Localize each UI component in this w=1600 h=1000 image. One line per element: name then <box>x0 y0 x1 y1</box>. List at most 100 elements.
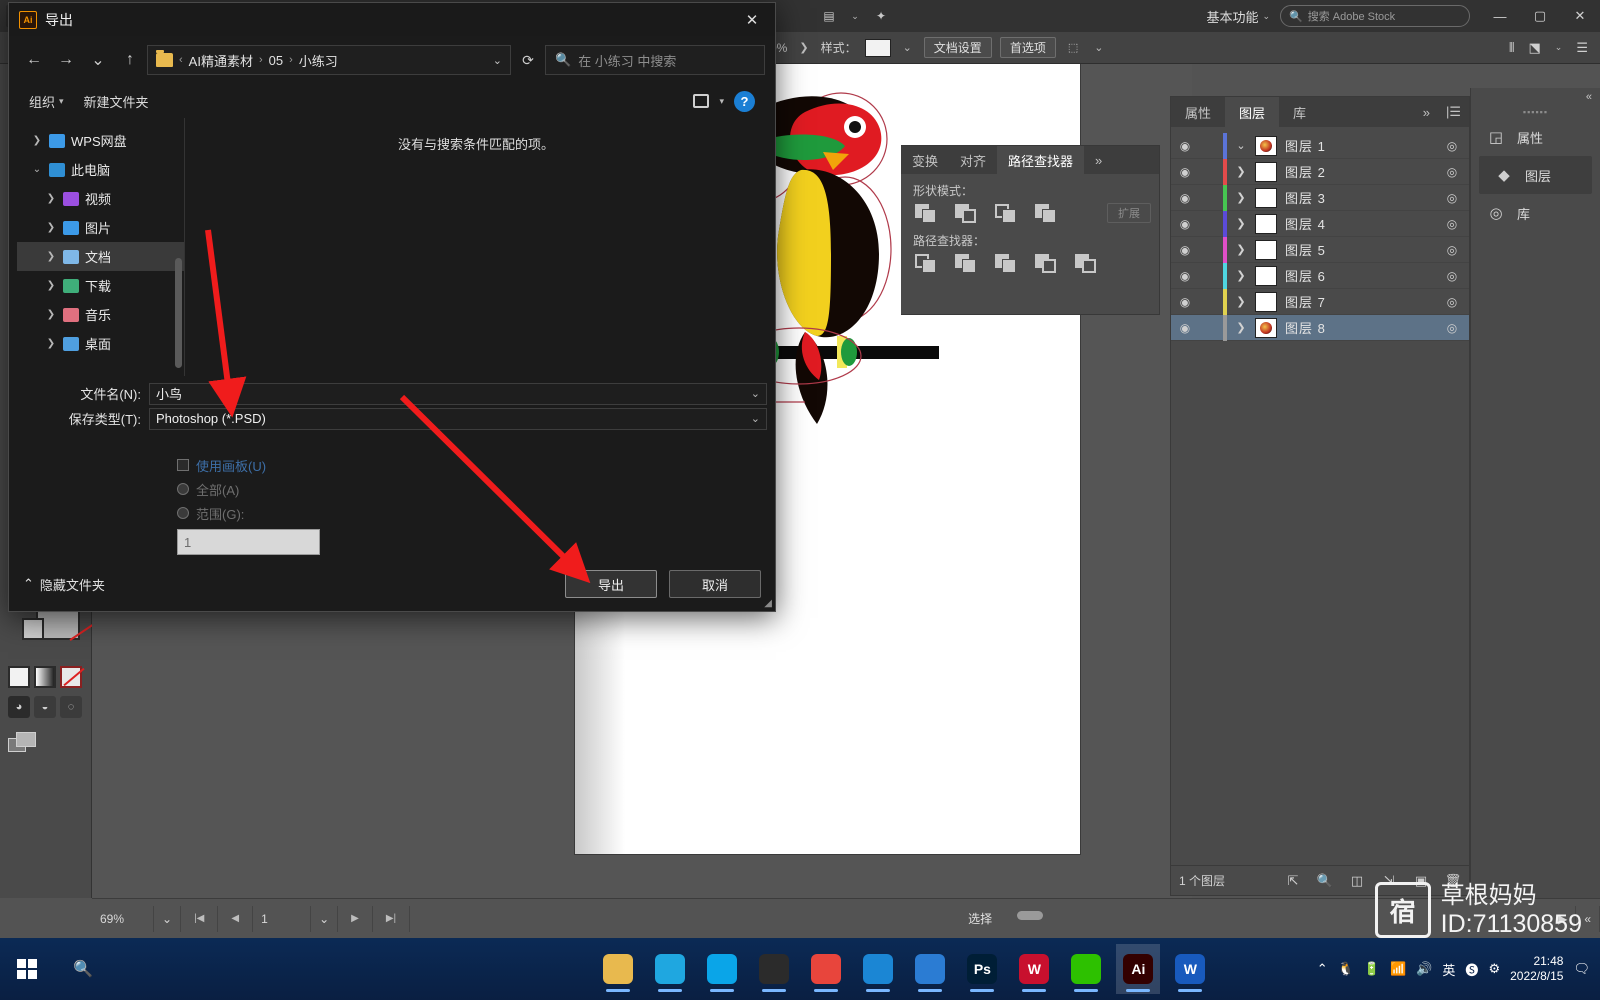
show-hidden-icon[interactable]: ⌃ <box>1317 961 1328 977</box>
volume-icon[interactable]: 🔊 <box>1416 961 1432 977</box>
eye-icon[interactable]: ◉ <box>1171 217 1199 231</box>
chevron-down-icon[interactable]: ⌄ <box>1227 139 1255 152</box>
tab-libraries[interactable]: 库 <box>1279 97 1320 127</box>
dock-item-layers[interactable]: ◆ 图层 <box>1479 156 1592 194</box>
artboard-number-field[interactable]: 1 <box>253 905 312 932</box>
use-artboards-row[interactable]: 使用画板(U) <box>177 453 775 477</box>
target-icon[interactable]: ◎ <box>1435 269 1469 283</box>
adobe-stock-search[interactable]: 🔍 搜索 Adobe Stock <box>1280 5 1470 27</box>
export-button[interactable]: 导出 <box>565 570 657 598</box>
sogou-icon[interactable]: 🅢 <box>1465 960 1478 979</box>
settings-icon[interactable]: ⚙ <box>1488 961 1500 977</box>
ime-icon[interactable]: 英 <box>1442 960 1455 979</box>
preferences-button[interactable]: 首选项 <box>999 37 1056 58</box>
dialog-sidebar[interactable]: ❯ WPS网盘 ⌄ 此电脑 ❯ 视频 ❯ 图片 ❯ 文档 ❯ 下载 ❯ 音乐 ❯ 桌面 <box>17 118 185 376</box>
sidebar-item-1[interactable]: ⌄ 此电脑 <box>17 155 184 184</box>
crop-icon[interactable] <box>1035 252 1061 274</box>
target-icon[interactable]: ◎ <box>1435 139 1469 153</box>
sidebar-item-7[interactable]: ❯ 桌面 <box>17 329 184 358</box>
back-arrow-icon[interactable]: ← <box>19 45 49 75</box>
make-clipping-mask-icon[interactable]: ◫ <box>1341 873 1373 889</box>
arrange-documents-icon[interactable]: ▤ <box>816 5 842 27</box>
filename-input[interactable]: 小鸟 ⌄ <box>149 382 767 405</box>
draw-behind-icon[interactable]: ◒ <box>34 696 56 718</box>
divide-icon[interactable] <box>915 252 941 274</box>
panel-overflow-icon[interactable]: » <box>1415 97 1438 127</box>
discover-icon[interactable]: ✦ <box>868 5 894 27</box>
panel-menu-icon[interactable]: |☰ <box>1438 97 1469 127</box>
hide-folders-toggle[interactable]: ⌃ 隐藏文件夹 <box>23 575 105 594</box>
prev-artboard-icon[interactable]: ◀ <box>218 905 254 932</box>
dock-item-libraries[interactable]: ◎ 库 <box>1471 194 1600 232</box>
maximize-button[interactable]: ▢ <box>1520 0 1560 32</box>
search-input[interactable]: 🔍 在 小练习 中搜索 <box>545 45 765 75</box>
layer-row[interactable]: ◉ ❯ 图层 2 ◎ <box>1171 158 1469 185</box>
layer-row[interactable]: ◉ ❯ 图层 7 ◎ <box>1171 288 1469 315</box>
last-artboard-icon[interactable]: ▶| <box>373 905 411 932</box>
recent-locations-icon[interactable]: ⌄ <box>83 45 113 75</box>
notification-icon[interactable]: 🗨 <box>1573 961 1590 977</box>
workspace-chevron-icon[interactable]: ⌄ <box>1262 11 1270 22</box>
chevron-right-icon[interactable]: ❯ <box>1227 243 1255 256</box>
distribute-icon[interactable]: ⬔ <box>1529 40 1541 56</box>
battery-icon[interactable]: 🔋 <box>1364 961 1380 977</box>
eye-icon[interactable]: ◉ <box>1171 295 1199 309</box>
unite-icon[interactable] <box>915 202 941 224</box>
view-layout-icon[interactable] <box>693 94 710 108</box>
chevron-right-icon[interactable]: ❯ <box>45 338 57 349</box>
breadcrumb-item-1[interactable]: 05 <box>269 53 283 68</box>
filetype-select[interactable]: Photoshop (*.PSD) ⌄ <box>149 407 767 430</box>
layer-row[interactable]: ◉ ❯ 图层 6 ◎ <box>1171 262 1469 289</box>
target-icon[interactable]: ◎ <box>1435 217 1469 231</box>
chevron-right-icon[interactable]: ❯ <box>45 222 57 233</box>
chevron-down-icon[interactable]: ⌄ <box>493 54 502 67</box>
network-icon[interactable]: 📶 <box>1390 961 1406 977</box>
draw-inside-icon[interactable]: ◌ <box>60 696 82 718</box>
next-artboard-icon[interactable]: ▶ <box>338 905 373 932</box>
tab-align[interactable]: 对齐 <box>949 146 997 174</box>
align-icon[interactable]: ⫴ <box>1509 40 1514 56</box>
eye-icon[interactable]: ◉ <box>1171 165 1199 179</box>
exclude-icon[interactable] <box>1035 202 1061 224</box>
search-icon[interactable]: 🔍 <box>54 959 112 979</box>
layer-row[interactable]: ◉ ❯ 图层 3 ◎ <box>1171 184 1469 211</box>
color-swatch-button[interactable] <box>8 666 30 688</box>
taskbar-app-wechat[interactable] <box>1064 944 1108 994</box>
layer-row[interactable]: ◉ ❯ 图层 5 ◎ <box>1171 236 1469 263</box>
screen-mode-icon[interactable] <box>8 732 38 756</box>
style-chevron-icon[interactable]: ⌄ <box>899 41 916 54</box>
document-setup-button[interactable]: 文档设置 <box>923 37 992 58</box>
target-icon[interactable]: ◎ <box>1435 165 1469 179</box>
chevron-right-icon[interactable]: ❯ <box>1227 217 1255 230</box>
target-icon[interactable]: ◎ <box>1435 191 1469 205</box>
intersect-icon[interactable] <box>995 202 1021 224</box>
taskbar-app-photoshop[interactable]: Ps <box>960 944 1004 994</box>
taskbar-app-360-browser[interactable] <box>648 944 692 994</box>
layer-row[interactable]: ◉ ❯ 图层 4 ◎ <box>1171 210 1469 237</box>
expand-button[interactable]: 扩展 <box>1107 203 1151 223</box>
chevron-down-icon[interactable]: ⌄ <box>31 164 43 175</box>
chevron-right-icon[interactable]: ❯ <box>45 251 57 262</box>
eye-icon[interactable]: ◉ <box>1171 269 1199 283</box>
taskbar-app-chrome[interactable] <box>804 944 848 994</box>
locate-object-icon[interactable]: ⇱ <box>1277 873 1309 889</box>
forward-arrow-icon[interactable]: → <box>51 45 81 75</box>
eye-icon[interactable]: ◉ <box>1171 243 1199 257</box>
refresh-icon[interactable]: ⟳ <box>513 45 543 75</box>
style-swatch[interactable] <box>864 38 891 57</box>
merge-icon[interactable] <box>995 252 1021 274</box>
tab-pathfinder[interactable]: 路径查找器 <box>997 146 1085 174</box>
horizontal-scrollbar[interactable] <box>1017 911 1043 920</box>
outline-icon[interactable] <box>1075 252 1101 274</box>
chevron-right-icon[interactable]: ❯ <box>1227 165 1255 178</box>
first-artboard-icon[interactable]: |◀ <box>181 905 219 932</box>
chevron-right-icon[interactable]: ❯ <box>1227 321 1255 334</box>
organize-button[interactable]: 组织 ▾ <box>29 92 64 111</box>
chevron-down-icon[interactable]: ⌄ <box>842 5 868 27</box>
resize-grip[interactable]: ◢ <box>764 598 772 609</box>
sidebar-item-5[interactable]: ❯ 下载 <box>17 271 184 300</box>
chevron-right-icon[interactable]: ❯ <box>45 280 57 291</box>
qq-tray-icon[interactable]: 🐧 <box>1338 961 1354 977</box>
clock[interactable]: 21:48 2022/8/15 <box>1510 954 1563 984</box>
layer-row[interactable]: ◉ ❯ 图层 8 ◎ <box>1171 314 1469 341</box>
